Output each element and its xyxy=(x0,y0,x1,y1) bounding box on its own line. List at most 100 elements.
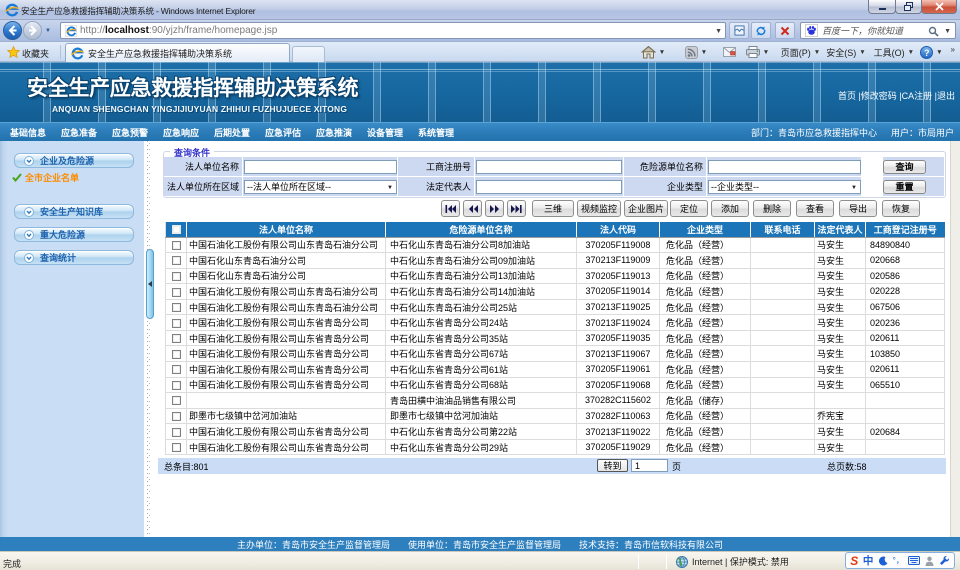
legal-rep-input[interactable] xyxy=(476,180,622,194)
new-tab-button[interactable] xyxy=(292,46,325,62)
toolbar-button-8[interactable]: 导出 xyxy=(839,200,877,217)
stop-button[interactable] xyxy=(775,22,795,39)
tools-menu[interactable]: 工具(O)▼ xyxy=(874,46,914,59)
favorites-star-icon[interactable] xyxy=(7,46,20,58)
keyboard-icon[interactable] xyxy=(908,556,920,565)
address-dropdown-icon[interactable]: ▼ xyxy=(715,28,722,35)
toolbar-button-4[interactable]: 定位 xyxy=(670,200,708,217)
ime-toolbar[interactable]: S 中 °， xyxy=(845,552,955,569)
search-box[interactable]: 百度一下，你就知道 ▼ xyxy=(800,22,956,39)
row-checkbox[interactable] xyxy=(172,428,181,437)
row-checkbox[interactable] xyxy=(172,288,181,297)
sidebar-item-citywide-enterprise-list[interactable]: 全市企业名单 xyxy=(12,172,79,183)
sidebar-button-1[interactable]: 企业及危险源 xyxy=(14,153,134,168)
user-icon[interactable] xyxy=(925,556,934,566)
scrollbar-strip[interactable] xyxy=(950,141,960,537)
corp-name-input[interactable] xyxy=(244,160,397,174)
region-select-arrow-icon: ▼ xyxy=(387,185,393,191)
sogou-icon[interactable]: S xyxy=(850,554,858,568)
row-checkbox[interactable] xyxy=(172,272,181,281)
row-checkbox[interactable] xyxy=(172,319,181,328)
sidebar-button-4[interactable]: 查询统计 xyxy=(14,250,134,265)
minimize-button[interactable] xyxy=(868,0,896,14)
nav-item-6[interactable]: 应急评估 xyxy=(265,126,316,139)
feeds-button[interactable]: ▼ xyxy=(685,46,715,59)
hazard-name-input[interactable] xyxy=(708,160,861,174)
toolbar-button-9[interactable]: 恢复 xyxy=(882,200,920,217)
address-bar[interactable]: http://localhost:90/yjzh/frame/homepage.… xyxy=(60,22,726,39)
cell: 危化品（经营） xyxy=(660,362,751,378)
goto-page-button[interactable]: 转到 xyxy=(597,459,628,472)
row-checkbox[interactable] xyxy=(172,334,181,343)
reg-no-input[interactable] xyxy=(476,160,622,174)
page-number-input[interactable]: 1 xyxy=(631,459,668,472)
nav-item-1[interactable]: 基础信息 xyxy=(10,126,61,139)
row-checkbox[interactable] xyxy=(172,443,181,452)
prev-page-button[interactable] xyxy=(463,200,482,217)
nav-item-9[interactable]: 系统管理 xyxy=(418,126,469,139)
print-dropdown-icon[interactable]: ▼ xyxy=(763,49,769,56)
row-checkbox[interactable] xyxy=(172,396,181,405)
nav-item-7[interactable]: 应急推演 xyxy=(316,126,367,139)
search-icon[interactable] xyxy=(928,26,939,37)
ime-mode-label[interactable]: 中 xyxy=(863,553,874,568)
toolbar-button-6[interactable]: 删除 xyxy=(753,200,791,217)
reset-button[interactable]: 重置 xyxy=(883,180,926,194)
home-button[interactable]: ▼ xyxy=(641,46,675,59)
compatibility-view-button[interactable] xyxy=(729,22,749,39)
top-links[interactable]: 首页 |修改密码 |CA注册 |退出 xyxy=(838,89,955,102)
search-button[interactable]: 查询 xyxy=(883,160,926,174)
close-button[interactable] xyxy=(921,0,957,14)
row-checkbox[interactable] xyxy=(172,381,181,390)
toolbar-button-2[interactable]: 视频监控 xyxy=(577,200,621,217)
select-all-checkbox[interactable] xyxy=(172,225,181,234)
moon-icon[interactable] xyxy=(878,556,888,566)
search-dropdown-icon[interactable]: ▼ xyxy=(944,28,951,35)
next-page-button[interactable] xyxy=(485,200,504,217)
nav-item-3[interactable]: 应急预警 xyxy=(112,126,163,139)
toolbar-button-1[interactable]: 三维 xyxy=(532,200,574,217)
print-button[interactable]: ▼ xyxy=(746,46,776,58)
row-checkbox[interactable] xyxy=(172,241,181,250)
refresh-button[interactable] xyxy=(751,22,771,39)
nav-item-2[interactable]: 应急准备 xyxy=(61,126,112,139)
mail-button[interactable] xyxy=(723,47,741,57)
toolbar-button-7[interactable]: 查看 xyxy=(796,200,834,217)
help-menu[interactable]: ? ▼ xyxy=(920,46,942,59)
favorites-button[interactable]: 收藏夹 xyxy=(22,47,49,60)
safety-menu[interactable]: 安全(S)▼ xyxy=(826,46,865,59)
row-checkbox[interactable] xyxy=(172,303,181,312)
row-checkbox[interactable] xyxy=(172,350,181,359)
last-page-button[interactable] xyxy=(507,200,526,217)
row-checkbox[interactable] xyxy=(172,365,181,374)
sidebar-button-2[interactable]: 安全生产知识库 xyxy=(14,204,134,219)
row-checkbox[interactable] xyxy=(172,256,181,265)
command-overflow-icon[interactable]: » xyxy=(951,45,954,54)
row-checkbox[interactable] xyxy=(172,412,181,421)
forward-button[interactable] xyxy=(23,21,42,40)
sidebar-splitter[interactable] xyxy=(144,141,158,537)
cell: 中国石油化工股份有限公司山东省青岛分公司 xyxy=(187,315,386,331)
sidebar-button-3[interactable]: 重大危险源 xyxy=(14,227,134,242)
corp-type-select[interactable]: --企业类型--▼ xyxy=(708,180,861,194)
region-select[interactable]: --法人单位所在区域--▼ xyxy=(244,180,397,194)
restore-button[interactable] xyxy=(895,0,922,14)
table-row: 中国石油化工股份有限公司山东省青岛分公司中石化山东省青岛分公司61站370205… xyxy=(166,362,945,378)
home-dropdown-icon[interactable]: ▼ xyxy=(659,49,665,56)
toolbar-button-5[interactable]: 添加 xyxy=(711,200,749,217)
cell: 020236 xyxy=(866,315,945,331)
page-menu[interactable]: 页面(P)▼ xyxy=(781,46,820,59)
first-page-button[interactable] xyxy=(441,200,460,217)
cell: 马安生 xyxy=(815,362,866,378)
back-button[interactable] xyxy=(3,21,22,40)
nav-item-8[interactable]: 设备管理 xyxy=(367,126,418,139)
nav-item-4[interactable]: 应急响应 xyxy=(163,126,214,139)
punctuation-label[interactable]: °， xyxy=(893,555,904,566)
history-dropdown-icon[interactable]: ▼ xyxy=(45,28,51,34)
nav-item-5[interactable]: 后期处置 xyxy=(214,126,265,139)
feeds-dropdown-icon[interactable]: ▼ xyxy=(701,49,707,56)
toolbar-button-3[interactable]: 企业图片 xyxy=(624,200,668,217)
wrench-icon[interactable] xyxy=(939,555,950,566)
sidebar-collapse-handle[interactable] xyxy=(146,249,154,319)
tab-active[interactable]: 安全生产应急救援指挥辅助决策系统 xyxy=(65,43,290,62)
